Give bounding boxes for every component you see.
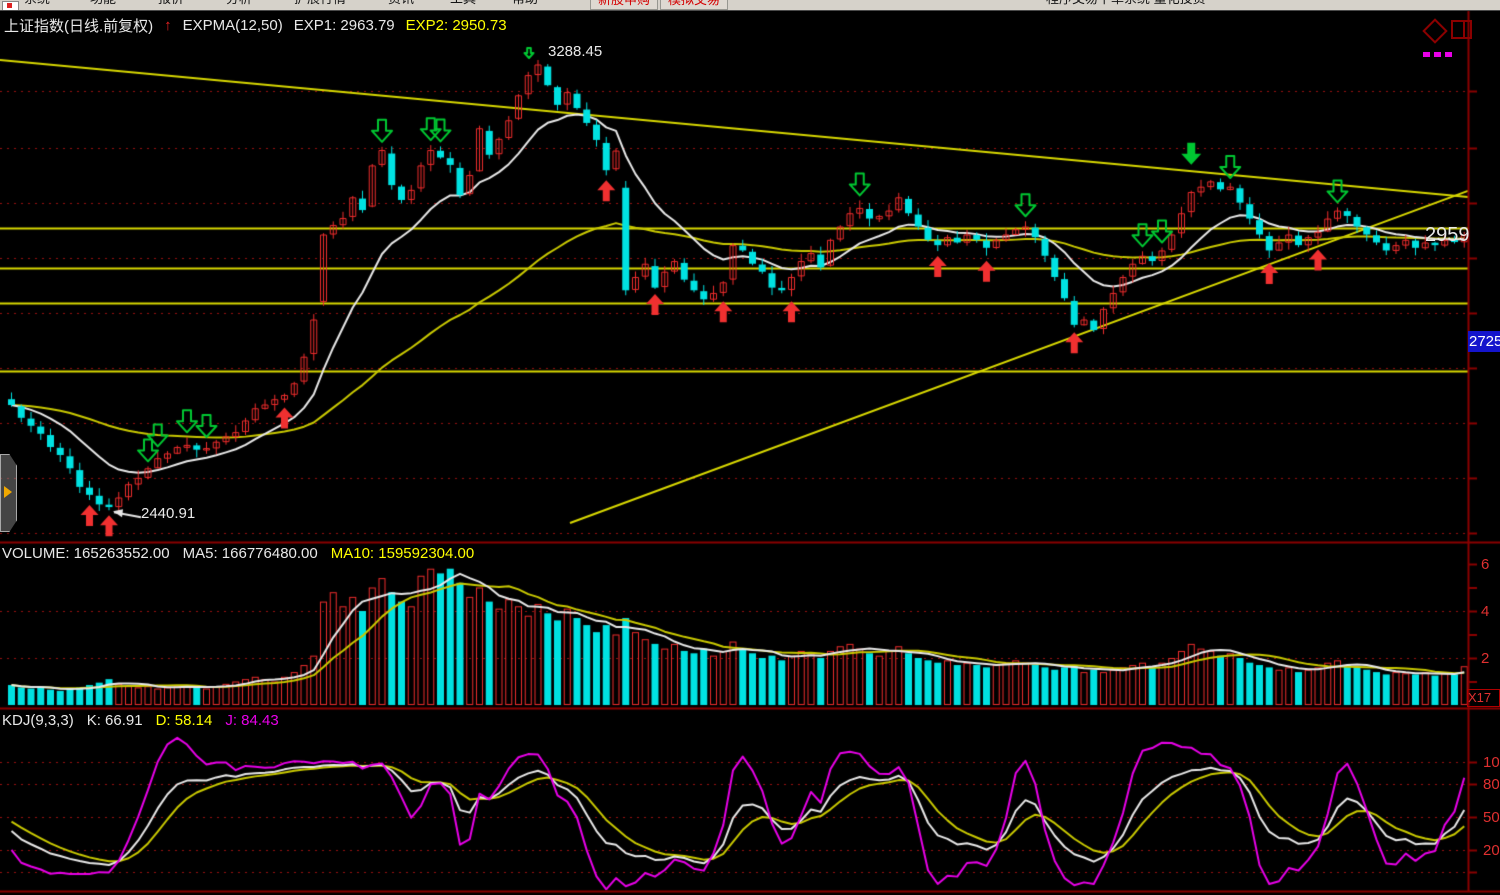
volume-ma10: MA10: 159592304.00 (331, 545, 474, 562)
app-icon (2, 1, 19, 11)
symbol-title: 上证指数(日线.前复权) (4, 15, 153, 36)
volume-axis-2: 2 (1481, 650, 1489, 667)
kdj-axis-50: 50 (1483, 809, 1499, 826)
expand-arrow-icon (4, 486, 12, 498)
up-arrow-icon: ↑ (164, 17, 172, 34)
kdj-header: KDJ(9,3,3) K: 66.91 D: 58.14 J: 84.43 (2, 712, 279, 729)
volume-pane-area[interactable] (0, 543, 1500, 708)
indicator-label: EXPMA(12,50) (183, 17, 283, 34)
kdj-pane-area[interactable] (0, 709, 1500, 892)
main-chart-header: 上证指数(日线.前复权) ↑ EXPMA(12,50) EXP1: 2963.7… (4, 15, 507, 36)
menu-item-system[interactable]: 系统 (24, 0, 50, 9)
side-panel-expander[interactable] (0, 454, 17, 532)
menu-item-analysis[interactable]: 分析 (226, 0, 252, 9)
volume-axis-6: 6 (1481, 556, 1489, 573)
menu-item-news[interactable]: 资讯 (388, 0, 414, 9)
volume-ma5: MA5: 166776480.00 (183, 545, 318, 562)
kdj-axis-80: 80 (1483, 776, 1499, 793)
kdj-axis-20: 20 (1483, 842, 1499, 859)
magenta-dashes-marker (1423, 52, 1452, 57)
volume-value: VOLUME: 165263552.00 (2, 545, 170, 562)
kdj-title: KDJ(9,3,3) (2, 712, 74, 729)
exp2-value: EXP2: 2950.73 (406, 17, 507, 34)
main-chart-area[interactable] (0, 11, 1500, 542)
kdj-j-value: J: 84.43 (225, 712, 278, 729)
window-panes-icon[interactable] (1451, 20, 1472, 39)
last-price-label: 2959 (1425, 224, 1470, 247)
menu-item-help[interactable]: 帮助 (512, 0, 538, 9)
hot-button-1[interactable]: 新股申购 (590, 0, 658, 10)
menu-item-extended[interactable]: 扩展行情 (294, 0, 346, 9)
low-price-label: 2440.91 (141, 505, 195, 522)
menu-item-function[interactable]: 功能 (90, 0, 116, 9)
menu-item-quotes[interactable]: 报价 (158, 0, 184, 9)
axis-price-badge: 2725 (1468, 331, 1500, 352)
kdj-d-value: D: 58.14 (156, 712, 213, 729)
hot-button-2[interactable]: 模拟交易 (660, 0, 728, 10)
volume-header: VOLUME: 165263552.00 MA5: 166776480.00 M… (2, 545, 474, 562)
menu-right-text: 程序交易下单系统 量化投资 (1046, 0, 1206, 9)
volume-unit-label: X17万 (1467, 689, 1500, 707)
kdj-k-value: K: 66.91 (87, 712, 143, 729)
volume-axis-4: 4 (1481, 603, 1489, 620)
menu-bar: 系统 功能 报价 分析 扩展行情 资讯 工具 帮助 新股申购 模拟交易 程序交易… (0, 0, 1500, 11)
app-window: 系统 功能 报价 分析 扩展行情 资讯 工具 帮助 新股申购 模拟交易 程序交易… (0, 0, 1500, 895)
kdj-axis-100: 100 (1483, 754, 1499, 771)
exp1-value: EXP1: 2963.79 (294, 17, 395, 34)
peak-price-label: 3288.45 (548, 43, 602, 60)
menu-item-tools[interactable]: 工具 (450, 0, 476, 9)
